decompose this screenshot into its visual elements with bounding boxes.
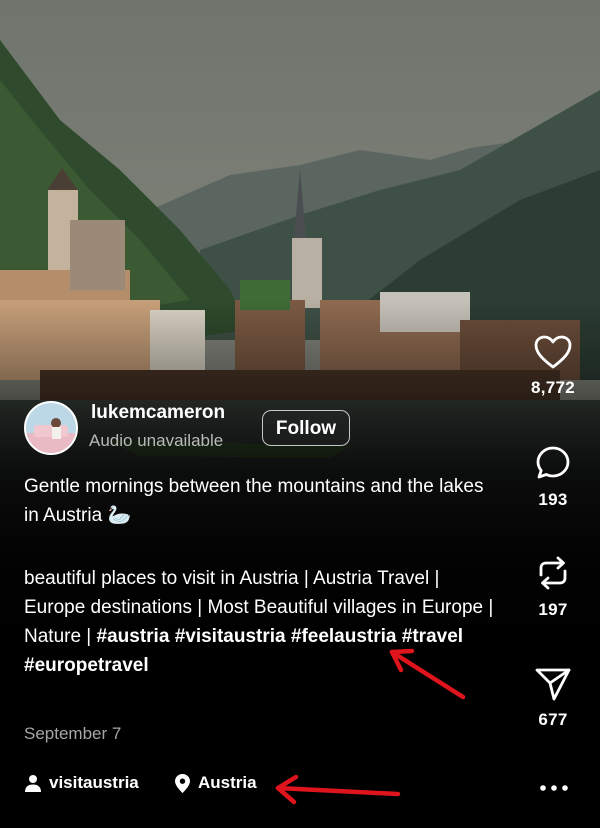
comment-count: 193 [538, 490, 568, 509]
heart-icon [534, 335, 572, 369]
repost-count: 197 [538, 600, 568, 619]
hashtag[interactable]: #europetravel [24, 655, 149, 676]
audio-status: Audio unavailable [89, 431, 224, 450]
hashtag[interactable]: #travel [402, 626, 463, 647]
share-count: 677 [538, 710, 568, 729]
caption-headline-text: Gentle mornings between the mountains an… [24, 476, 484, 526]
repost-button[interactable]: 197 [518, 554, 588, 620]
username[interactable]: lukemcameron [91, 402, 225, 424]
like-button[interactable]: 8,772 [518, 334, 588, 398]
hashtag[interactable]: #feelaustria [291, 626, 397, 647]
caption-headline: Gentle mornings between the mountains an… [24, 472, 494, 530]
avatar[interactable] [24, 401, 78, 455]
post-date: September 7 [24, 724, 122, 743]
hashtag[interactable]: #visitaustria [175, 626, 286, 647]
avatar-image [26, 403, 76, 453]
person-icon [25, 775, 41, 792]
hashtag[interactable]: #austria [97, 626, 170, 647]
swan-emoji: 🦢 [107, 505, 132, 526]
location-pin-icon [175, 773, 190, 793]
caption-body: beautiful places to visit in Austria | A… [24, 564, 494, 680]
share-button[interactable]: 677 [518, 666, 588, 730]
comment-bubble-icon [536, 446, 570, 479]
tagged-user-label: visitaustria [49, 773, 139, 792]
location-tag[interactable]: Austria [175, 773, 257, 793]
comment-button[interactable]: 193 [518, 444, 588, 510]
follow-button[interactable]: Follow [262, 410, 350, 446]
tagged-user[interactable]: visitaustria [25, 773, 139, 793]
send-icon [535, 668, 571, 701]
like-count: 8,772 [530, 378, 576, 397]
repost-icon [539, 556, 567, 590]
more-dots-icon[interactable] [538, 778, 570, 798]
location-label: Austria [198, 773, 257, 792]
